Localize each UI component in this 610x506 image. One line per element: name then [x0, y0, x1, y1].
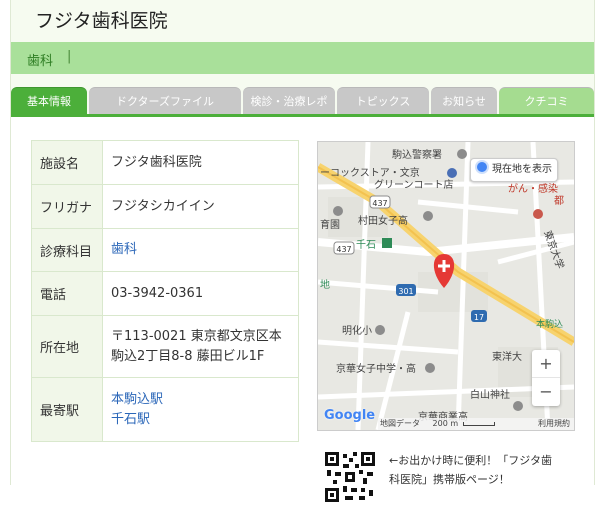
map-label-cancer: がん・感染: [508, 182, 558, 195]
main-content: 施設名 フジタ歯科医院 フリガナ フジタシカイイン 診療科目 歯科 電話 03-…: [11, 117, 594, 502]
zoom-in-button[interactable]: +: [532, 350, 560, 378]
dept-label: 診療科目: [31, 228, 103, 272]
tab-checkup-report[interactable]: 検診・治療レポ: [243, 87, 335, 115]
terms-link[interactable]: 利用規約: [538, 418, 570, 430]
map-data-label: 地図データ: [380, 419, 420, 428]
table-row: 診療科目 歯科: [31, 228, 299, 272]
map-label-green: グリーンコート店: [374, 178, 454, 191]
kana-value: フジタシカイイン: [102, 184, 299, 229]
category-link[interactable]: 歯科: [27, 50, 53, 69]
address-line1: 〒113-0021 東京都文京区本: [111, 328, 282, 344]
map-label-police: 駒込警察署: [392, 148, 442, 161]
promo-line2: 科医院」携帯版ページ！: [389, 473, 510, 486]
map-route-437b: 437: [336, 245, 351, 254]
name-label: 施設名: [31, 140, 103, 185]
tab-doctors-file[interactable]: ドクターズファイル: [89, 87, 241, 115]
scale-bar: [462, 421, 495, 426]
tab-basic-info[interactable]: 基本情報: [11, 87, 87, 115]
page-container: フジタ歯科医院 歯科 | 基本情報 ドクターズファイル 検診・治療レポ トピック…: [10, 0, 595, 502]
phone-label: 電話: [31, 271, 103, 316]
table-row: 電話 03-3942-0361: [31, 271, 299, 316]
name-value: フジタ歯科医院: [102, 140, 299, 185]
map-label-hakusan: 白山神社: [470, 388, 510, 401]
map-label-chi: 地: [320, 278, 330, 291]
tab-news[interactable]: お知らせ: [431, 87, 497, 115]
mobile-promo-text: ←お出かけ時に便利！「フジタ歯 科医院」携帯版ページ！: [389, 451, 579, 489]
map-label-meika: 明化小: [342, 324, 372, 337]
current-location-label: 現在地を表示: [492, 164, 552, 175]
table-row: 最寄駅 本駒込駅 千石駅: [31, 377, 299, 442]
qr-code: [325, 452, 375, 502]
station-link-honkomagome[interactable]: 本駒込駅: [111, 390, 290, 410]
map-route-17: 17: [474, 313, 484, 322]
map-attribution-bar: 地図データ 200 m 利用規約: [378, 418, 574, 430]
promo-line1: ←お出かけ時に便利！「フジタ歯: [389, 454, 552, 467]
map-label-coopstore: ーコックストア・文京: [320, 166, 420, 179]
station-label: 最寄駅: [31, 377, 103, 442]
map-label-sengoku: 千石: [356, 239, 376, 251]
tab-bar: 基本情報 ドクターズファイル 検診・治療レポ トピックス お知らせ クチコミ: [11, 87, 594, 116]
map-label-honkomagome: 本駒込: [536, 318, 563, 330]
page-title: フジタ歯科医院: [35, 10, 168, 32]
google-logo: Google: [324, 408, 376, 423]
station-link-sengoku[interactable]: 千石駅: [111, 410, 290, 430]
map-route-301: 301: [398, 287, 413, 296]
tab-reviews[interactable]: クチコミ: [499, 87, 594, 115]
table-row: フリガナ フジタシカイイン: [31, 184, 299, 229]
dept-link[interactable]: 歯科: [111, 242, 137, 257]
category-bar: 歯科 |: [11, 42, 594, 74]
table-row: 所在地 〒113-0021 東京都文京区本 駒込2丁目8-8 藤田ビル1F: [31, 315, 299, 378]
map-route-437a: 437: [372, 199, 387, 208]
map-label-muramata: 村田女子高: [358, 214, 408, 227]
info-table: 施設名 フジタ歯科医院 フリガナ フジタシカイイン 診療科目 歯科 電話 03-…: [31, 140, 299, 442]
map-label-ikuen: 育園: [320, 218, 340, 231]
address-label: 所在地: [31, 315, 103, 378]
address-line2: 駒込2丁目8-8 藤田ビル1F: [111, 348, 265, 364]
current-location-icon: [475, 160, 489, 174]
table-row: 施設名 フジタ歯科医院: [31, 140, 299, 185]
map-label-toyo: 東洋大: [492, 350, 522, 363]
kana-label: フリガナ: [31, 184, 103, 229]
zoom-control: + −: [532, 350, 560, 406]
map-label-keika: 京華女子中学・高: [336, 362, 416, 375]
phone-value: 03-3942-0361: [102, 271, 299, 316]
map-widget[interactable]: 437 437 301 17 駒込警察署 ーコックストア・文京 グリーンコート店…: [317, 141, 575, 431]
scale-label: 200 m: [432, 419, 459, 428]
current-location-button[interactable]: 現在地を表示: [470, 158, 558, 182]
zoom-out-button[interactable]: −: [532, 378, 560, 406]
category-separator: |: [67, 49, 72, 64]
tab-topics[interactable]: トピックス: [337, 87, 429, 115]
map-label-cancer2: 都: [554, 195, 564, 207]
